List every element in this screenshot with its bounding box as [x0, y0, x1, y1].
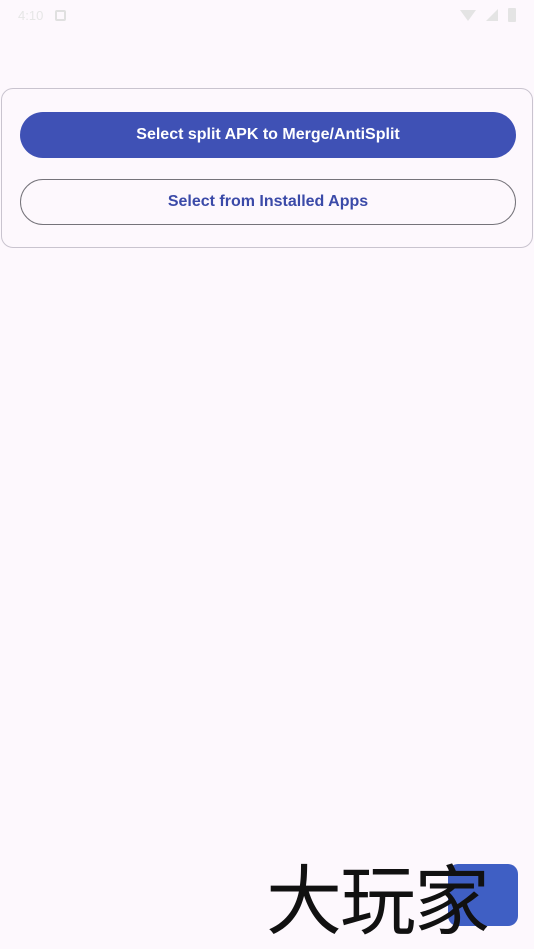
status-time: 4:10 [18, 7, 44, 23]
app-screen: 4:10 Select split APK to Merge/AntiSplit… [0, 0, 534, 949]
status-bar: 4:10 [0, 0, 534, 30]
watermark-text: 大玩家 [266, 857, 490, 946]
notification-icon [55, 9, 67, 21]
battery-icon [508, 8, 516, 22]
action-card: Select split APK to Merge/AntiSplit Sele… [1, 88, 533, 248]
status-right [460, 8, 516, 22]
select-split-apk-button[interactable]: Select split APK to Merge/AntiSplit [20, 112, 516, 158]
signal-icon [486, 9, 498, 21]
wifi-icon [460, 9, 476, 21]
select-installed-apps-button[interactable]: Select from Installed Apps [20, 179, 516, 225]
watermark-logo: 大玩家 [266, 858, 534, 949]
status-left: 4:10 [18, 7, 67, 23]
